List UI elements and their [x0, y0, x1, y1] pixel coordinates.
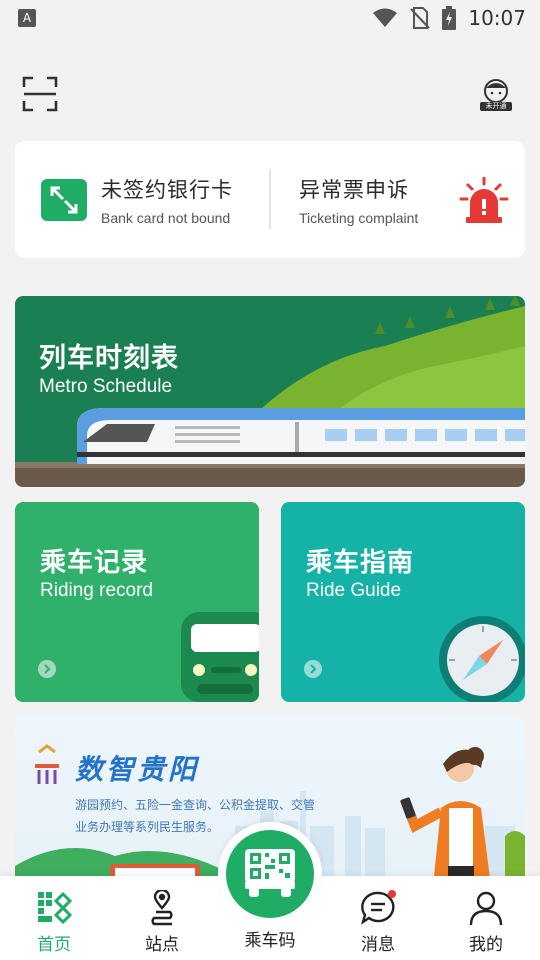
scan-icon[interactable] — [22, 76, 58, 112]
complaint-subtitle: Ticketing complaint — [299, 209, 419, 226]
riding-record-tile[interactable]: 乘车记录 Riding record — [15, 502, 259, 702]
unread-dot — [388, 890, 396, 898]
ride-guide-title: 乘车指南 — [306, 548, 415, 578]
home-icon — [38, 891, 72, 925]
complaint-title: 异常票申诉 — [299, 177, 409, 202]
arrow-right-icon — [38, 660, 56, 678]
bank-card-subtitle: Bank card not bound — [101, 209, 231, 226]
metro-schedule-banner[interactable]: 列车时刻表 Metro Schedule — [15, 296, 525, 487]
bank-card-title: 未签约银行卡 — [101, 177, 233, 202]
promo-description-line1: 游园预约、五险一金查询、公积金提取、交管 — [75, 798, 316, 812]
riding-record-subtitle: Riding record — [40, 580, 153, 601]
nav-station-label: 站点 — [145, 935, 179, 955]
ride-code-button[interactable] — [218, 822, 322, 926]
ride-guide-subtitle: Ride Guide — [306, 580, 402, 601]
nav-home-label: 首页 — [37, 935, 71, 955]
battery-charging-icon — [442, 6, 457, 30]
clock: 10:07 — [468, 6, 526, 30]
riding-record-title: 乘车记录 — [40, 548, 149, 578]
nav-profile-label: 我的 — [469, 935, 503, 955]
compass-icon — [439, 616, 525, 702]
promo-title: 数智贵阳 — [75, 753, 200, 786]
nav-home[interactable]: 首页 — [14, 876, 94, 960]
bus-icon — [181, 612, 259, 702]
complaint-entry[interactable]: 异常票申诉 Ticketing complaint — [299, 141, 418, 258]
promo-description-line2: 业务办理等系列民生服务。 — [75, 820, 220, 834]
wifi-icon — [373, 8, 398, 27]
alarm-icon — [459, 177, 509, 223]
nav-messages[interactable]: 消息 — [338, 876, 418, 960]
nav-profile[interactable]: 我的 — [446, 876, 526, 960]
avatar-badge: 未开通 — [485, 102, 507, 110]
quick-actions-card: 未签约银行卡 Bank card not bound 异常票申诉 Ticketi… — [15, 141, 525, 258]
bank-card-entry[interactable]: 未签约银行卡 Bank card not bound — [41, 141, 233, 258]
bank-card-icon — [41, 178, 87, 221]
ride-guide-tile[interactable]: 乘车指南 Ride Guide — [281, 502, 525, 702]
schedule-title: 列车时刻表 — [39, 343, 179, 374]
nav-ride-code-label[interactable]: 乘车码 — [230, 926, 310, 951]
divider — [269, 169, 271, 229]
schedule-subtitle: Metro Schedule — [39, 376, 173, 397]
nav-messages-label: 消息 — [361, 935, 395, 955]
notification-icon: A — [18, 9, 36, 27]
avatar-button[interactable]: 未开通 — [478, 76, 514, 112]
profile-icon — [469, 891, 503, 926]
station-icon — [151, 890, 173, 926]
no-sim-icon — [410, 7, 431, 29]
arrow-right-icon — [304, 660, 322, 678]
qr-bus-icon — [245, 849, 295, 897]
status-bar: A 10:07 — [0, 0, 540, 36]
nav-station[interactable]: 站点 — [122, 876, 202, 960]
